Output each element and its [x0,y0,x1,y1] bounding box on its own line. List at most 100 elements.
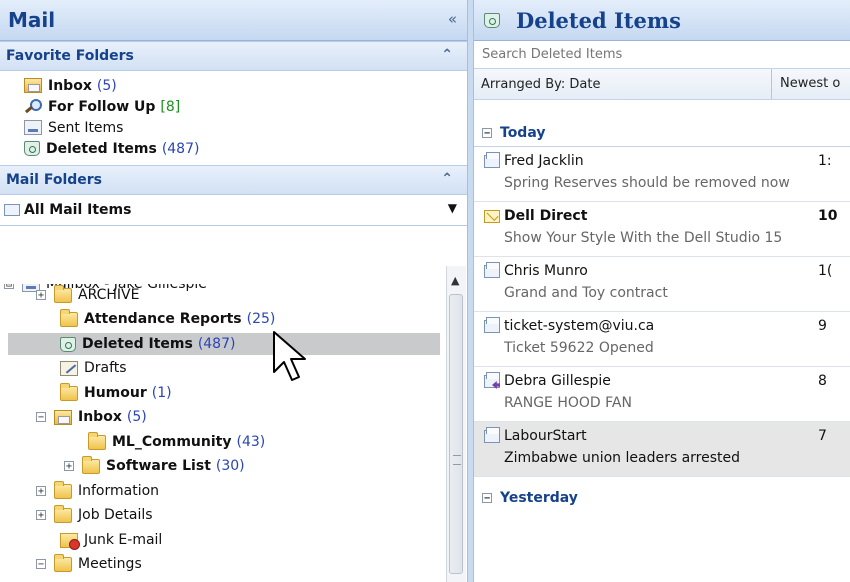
message-item[interactable]: Fred Jacklin 1: Spring Reserves should b… [474,147,850,202]
folder-icon [88,431,106,450]
replied-envelope-icon [484,375,500,388]
favorite-folders-list: Inbox (5) For Follow Up [8] Sent Items D… [0,71,467,165]
dropdown-arrow-icon[interactable]: ▼ [448,201,457,215]
favorite-folder-label: Inbox [48,77,92,94]
read-envelope-icon [484,265,500,278]
deleted-items-icon [24,141,40,156]
message-subject: Zimbabwe union leaders arrested [504,450,741,466]
item-count: [8] [160,98,181,115]
folder-icon [54,504,72,523]
folder-icon [60,382,78,401]
mouse-pointer-icon [273,331,306,381]
message-item[interactable]: ticket-system@viu.ca 9 Ticket 59622 Open… [474,312,850,367]
favorite-for-follow-up[interactable]: For Follow Up [8] [0,96,467,117]
tree-label: Attendance Reports [84,311,242,327]
read-envelope-icon [484,155,500,168]
message-time: 1: [818,153,832,169]
search-bar [474,41,850,69]
folder-icon [54,480,72,499]
group-header-yesterday[interactable]: − Yesterday [474,485,850,511]
favorite-folder-label: Sent Items [48,119,124,136]
tree-label: Software List [106,458,211,474]
scrollbar-thumb[interactable] [449,294,463,574]
mail-folders-header[interactable]: Mail Folders ⌃ [0,165,467,195]
favorite-folders-chevron-icon[interactable]: ⌃ [441,47,453,63]
read-envelope-icon [484,320,500,333]
tree-label: Inbox [78,409,122,425]
tree-label: Information [78,483,160,499]
favorite-folders-header[interactable]: Favorite Folders ⌃ [0,41,467,71]
favorite-sent-items[interactable]: Sent Items [0,117,467,138]
message-time: 10 [818,208,838,224]
tree-row-job-details[interactable]: + Job Details [0,504,440,526]
mail-items-icon [4,204,20,216]
group-header-today[interactable]: − Today [474,120,850,147]
collapse-icon[interactable]: − [36,412,46,423]
message-sender: Dell Direct [504,208,588,224]
unread-count: (25) [246,311,276,327]
navigation-pane: Mail « Favorite Folders ⌃ Inbox (5) For … [0,0,468,582]
arranged-by-button[interactable]: Arranged By: Date [474,77,600,92]
unread-count: (5) [96,77,117,94]
favorite-deleted-items[interactable]: Deleted Items (487) [0,138,467,159]
sort-order-button[interactable]: Newest o [771,69,840,99]
pane-splitter[interactable] [467,0,474,582]
search-input[interactable] [480,46,844,63]
unread-count: (487) [197,336,236,352]
tree-row-meetings[interactable]: − Meetings [0,553,440,575]
collapse-pane-icon[interactable]: « [448,10,457,28]
tree-label: Deleted Items [82,336,193,352]
inbox-icon [24,78,42,93]
message-item[interactable]: Debra Gillespie 8 RANGE HOOD FAN [474,367,850,422]
scroll-up-arrow-icon[interactable]: ▲ [451,274,459,287]
expand-icon[interactable]: + [36,486,46,497]
tree-row-archive[interactable]: + ARCHIVE [0,284,440,306]
message-sender: ticket-system@viu.ca [504,318,655,334]
expand-icon[interactable]: + [64,461,74,472]
tree-row-ml-community[interactable]: ML_Community (43) [0,431,440,453]
favorite-folders-label: Favorite Folders [6,48,134,64]
tree-label: Meetings [78,556,142,572]
message-time: 8 [818,373,827,389]
tree-label: Job Details [78,507,153,523]
nav-pane-header: Mail « [0,0,467,41]
selector-label: All Mail Items [24,202,132,218]
folder-tree-scrollbar[interactable]: ▲ [446,266,466,582]
tree-row-junk-email[interactable]: Junk E-mail [0,529,440,551]
group-label: Yesterday [500,490,578,506]
message-list-pane: Deleted Items Arranged By: Date Newest o… [474,0,850,582]
all-mail-items-selector[interactable]: All Mail Items ▼ [0,195,467,226]
junk-email-icon [60,532,80,550]
collapse-icon[interactable]: − [482,493,492,504]
mail-folders-chevron-icon[interactable]: ⌃ [441,171,453,187]
message-item[interactable]: Dell Direct 10 Show Your Style With the … [474,202,850,257]
drafts-icon [60,360,78,376]
message-subject: Spring Reserves should be removed now [504,175,790,191]
search-folder-icon [24,99,42,114]
message-time: 9 [818,318,827,334]
folder-icon [54,284,72,303]
collapse-icon[interactable]: − [36,559,46,570]
sent-items-icon [24,120,42,135]
message-subject: Show Your Style With the Dell Studio 15 [504,230,783,246]
expand-icon[interactable]: + [36,510,46,521]
tree-row-deleted-items[interactable]: Deleted Items (487) [8,333,440,355]
scrollbar-grip-icon [453,455,461,465]
tree-row-humour[interactable]: Humour (1) [0,382,440,404]
message-item[interactable]: Chris Munro 1( Grand and Toy contract [474,257,850,312]
tree-row-attendance-reports[interactable]: Attendance Reports (25) [0,308,440,330]
unread-count: (43) [236,434,266,450]
unread-count: (5) [126,409,147,425]
message-time: 1( [818,263,833,279]
tree-row-inbox[interactable]: − Inbox (5) [0,406,440,428]
mail-folders-label: Mail Folders [6,172,103,188]
group-label: Today [500,125,546,141]
tree-row-software-list[interactable]: + Software List (30) [0,455,440,477]
tree-row-information[interactable]: + Information [0,480,440,502]
collapse-icon[interactable]: − [482,128,492,139]
favorite-inbox[interactable]: Inbox (5) [0,75,467,96]
tree-label: Drafts [84,360,127,376]
message-item-selected[interactable]: LabourStart 7 Zimbabwe union leaders arr… [474,422,850,477]
expand-icon[interactable]: + [36,290,46,301]
tree-row-drafts[interactable]: Drafts [0,357,440,379]
